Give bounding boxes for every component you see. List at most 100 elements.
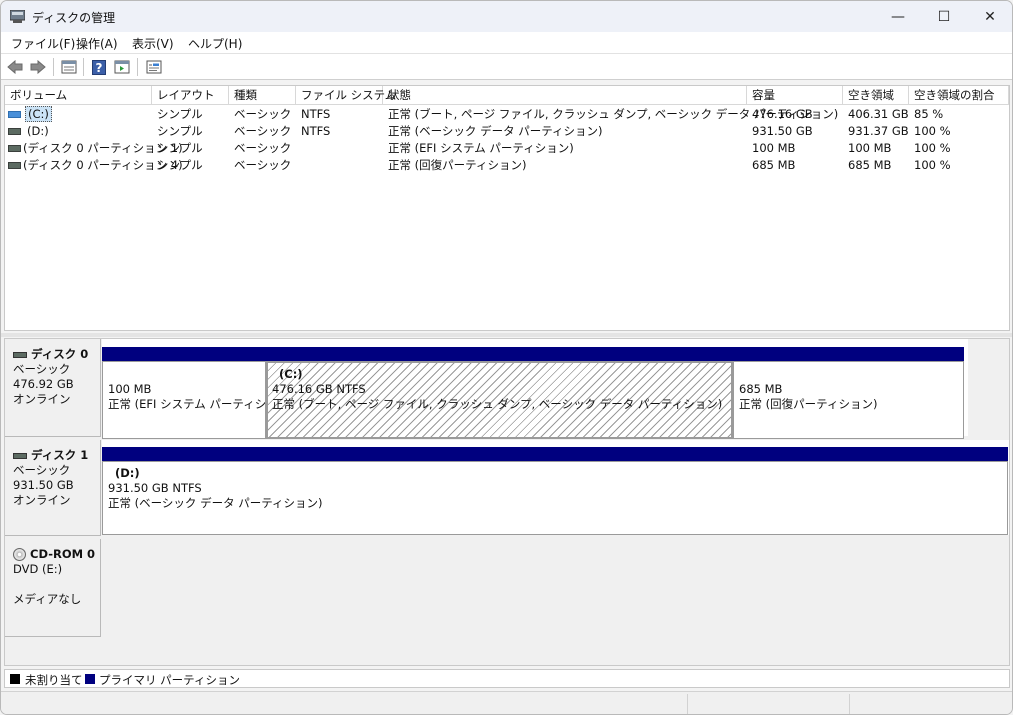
disk-state: オンライン [13, 392, 100, 407]
title-bar: ディスクの管理 — ☐ ✕ [1, 1, 1012, 32]
partition-recovery[interactable]: 685 MB 正常 (回復パーティション) [733, 347, 964, 439]
column-header-filesystem[interactable]: ファイル システム [296, 86, 383, 105]
partition-c[interactable]: (C:) 476.16 GB NTFS 正常 (ブート, ページ ファイル, ク… [266, 347, 733, 439]
disk-1-name-line: ディスク 1 [13, 448, 100, 463]
properties-icon [61, 60, 77, 74]
filesystem-cell [296, 157, 301, 174]
menu-bar: ファイル(F) 操作(A) 表示(V) ヘルプ(H) [1, 32, 1012, 54]
disk-graphical-view[interactable]: ディスク 0 ベーシック 476.92 GB オンライン 100 MB 正常 (… [4, 338, 1010, 666]
show-hide-console-tree-icon [114, 60, 130, 74]
partition-status: 正常 (ブート, ページ ファイル, クラッシュ ダンプ, ベーシック データ … [272, 397, 731, 412]
disk-name: CD-ROM 0 [30, 547, 95, 562]
free-percent-cell: 100 % [909, 140, 951, 157]
forward-button[interactable] [29, 58, 47, 76]
layout-cell: シンプル [152, 157, 203, 174]
status-bar [1, 691, 1012, 715]
free-space-cell: 100 MB [843, 140, 891, 157]
legend-bar: 未割り当て プライマリ パーティション [4, 669, 1010, 688]
partition-body-selected: (C:) 476.16 GB NTFS 正常 (ブート, ページ ファイル, ク… [266, 361, 733, 439]
volume-name: (D:) [22, 123, 49, 140]
volume-row-d[interactable]: (D:) シンプル ベーシック NTFS 正常 (ベーシック データ パーティシ… [5, 123, 1009, 140]
cdrom-0-row: CD-ROM 0 DVD (E:) メディアなし [5, 539, 1009, 637]
free-percent-cell: 100 % [909, 123, 951, 140]
column-header-free-space[interactable]: 空き領域 [843, 86, 909, 105]
legend-swatch-primary [85, 674, 95, 684]
disk-size: 476.92 GB [13, 377, 100, 392]
layout-cell: シンプル [152, 140, 203, 157]
partition-size: 931.50 GB NTFS [108, 481, 1007, 496]
close-button[interactable]: ✕ [967, 1, 1013, 32]
volume-name-cell: (C:) [20, 106, 52, 123]
help-button[interactable]: ? [90, 58, 108, 76]
disk-name: ディスク 1 [31, 448, 88, 463]
partition-body: 100 MB 正常 (EFI システム パーティション) [102, 361, 266, 439]
help-icon: ? [92, 60, 106, 75]
maximize-button[interactable]: ☐ [921, 1, 967, 32]
type-cell: ベーシック [229, 123, 291, 140]
arrow-left-icon [7, 60, 23, 74]
partition-body: (D:) 931.50 GB NTFS 正常 (ベーシック データ パーティショ… [102, 461, 1008, 535]
partition-size: 685 MB [739, 382, 963, 397]
disk-type: DVD (E:) [13, 562, 100, 577]
partition-efi[interactable]: 100 MB 正常 (EFI システム パーティション) [102, 347, 266, 439]
cdrom-0-label[interactable]: CD-ROM 0 DVD (E:) メディアなし [5, 539, 101, 637]
properties-button[interactable] [60, 58, 78, 76]
cdrom-name-line: CD-ROM 0 [13, 547, 100, 562]
partition-status: 正常 (EFI システム パーティション) [108, 397, 265, 412]
partition-label: (D:) [108, 466, 1007, 481]
column-header-volume[interactable]: ボリューム [5, 86, 152, 105]
volume-list[interactable]: ボリューム レイアウト 種類 ファイル システム 状態 容量 空き領域 空き領域… [4, 85, 1010, 331]
column-header-status[interactable]: 状態 [383, 86, 747, 105]
disk-icon [13, 352, 27, 358]
free-space-cell: 931.37 GB [843, 123, 909, 140]
settings-icon [146, 60, 162, 74]
disk-0-row: ディスク 0 ベーシック 476.92 GB オンライン 100 MB 正常 (… [5, 339, 1009, 437]
settings-button[interactable] [145, 58, 163, 76]
menu-file[interactable]: ファイル(F) [11, 35, 75, 52]
partition-size: 100 MB [108, 382, 265, 397]
disk-1-label[interactable]: ディスク 1 ベーシック 931.50 GB オンライン [5, 440, 101, 536]
column-header-free-percent[interactable]: 空き領域の割合 [909, 86, 1009, 105]
minimize-button[interactable]: — [875, 1, 921, 32]
volume-row-c[interactable]: (C:) シンプル ベーシック NTFS 正常 (ブート, ページ ファイル, … [5, 106, 1009, 123]
status-cell: 正常 (ベーシック データ パーティション) [383, 123, 603, 140]
type-cell: ベーシック [229, 140, 291, 157]
filesystem-cell [296, 140, 301, 157]
help-glyph: ? [96, 61, 103, 75]
disk-type: ベーシック [13, 463, 100, 478]
capacity-cell: 685 MB [747, 157, 795, 174]
minimize-icon: — [891, 9, 905, 25]
disk-management-window: ディスクの管理 — ☐ ✕ ファイル(F) 操作(A) 表示(V) ヘルプ(H)… [0, 0, 1013, 715]
maximize-icon: ☐ [938, 9, 951, 25]
menu-view[interactable]: 表示(V) [132, 35, 174, 52]
disk-0-label[interactable]: ディスク 0 ベーシック 476.92 GB オンライン [5, 339, 101, 437]
arrow-right-icon [30, 60, 46, 74]
disk-1-row: ディスク 1 ベーシック 931.50 GB オンライン (D:) 931.50… [5, 440, 1009, 536]
partition-status: 正常 (回復パーティション) [739, 397, 963, 412]
status-cell: 正常 (回復パーティション) [383, 157, 526, 174]
volume-list-header: ボリューム レイアウト 種類 ファイル システム 状態 容量 空き領域 空き領域… [5, 86, 1009, 105]
column-header-type[interactable]: 種類 [229, 86, 296, 105]
disk-size [13, 577, 100, 592]
partition-status: 正常 (ベーシック データ パーティション) [108, 496, 1007, 511]
column-header-layout[interactable]: レイアウト [152, 86, 229, 105]
menu-help[interactable]: ヘルプ(H) [188, 35, 242, 52]
partition-d[interactable]: (D:) 931.50 GB NTFS 正常 (ベーシック データ パーティショ… [102, 447, 1008, 535]
capacity-cell: 100 MB [747, 140, 795, 157]
column-header-capacity[interactable]: 容量 [747, 86, 843, 105]
free-space-cell: 685 MB [843, 157, 891, 174]
legend-swatch-unallocated [10, 674, 20, 684]
volume-row-disk0-part1[interactable]: (ディスク 0 パーティション 1) シンプル ベーシック 正常 (EFI シス… [5, 140, 1009, 157]
status-bar-section [849, 694, 850, 714]
cd-rom-icon [13, 548, 26, 561]
pane-splitter[interactable] [1, 333, 1012, 337]
window-title: ディスクの管理 [32, 9, 115, 26]
type-cell: ベーシック [229, 106, 291, 123]
disk-size: 931.50 GB [13, 478, 100, 493]
show-hide-button[interactable] [113, 58, 131, 76]
menu-action[interactable]: 操作(A) [76, 35, 118, 52]
volume-name: (C:) [25, 106, 52, 122]
free-percent-cell: 100 % [909, 157, 951, 174]
back-button[interactable] [6, 58, 24, 76]
volume-row-disk0-part4[interactable]: (ディスク 0 パーティション 4) シンプル ベーシック 正常 (回復パーティ… [5, 157, 1009, 174]
